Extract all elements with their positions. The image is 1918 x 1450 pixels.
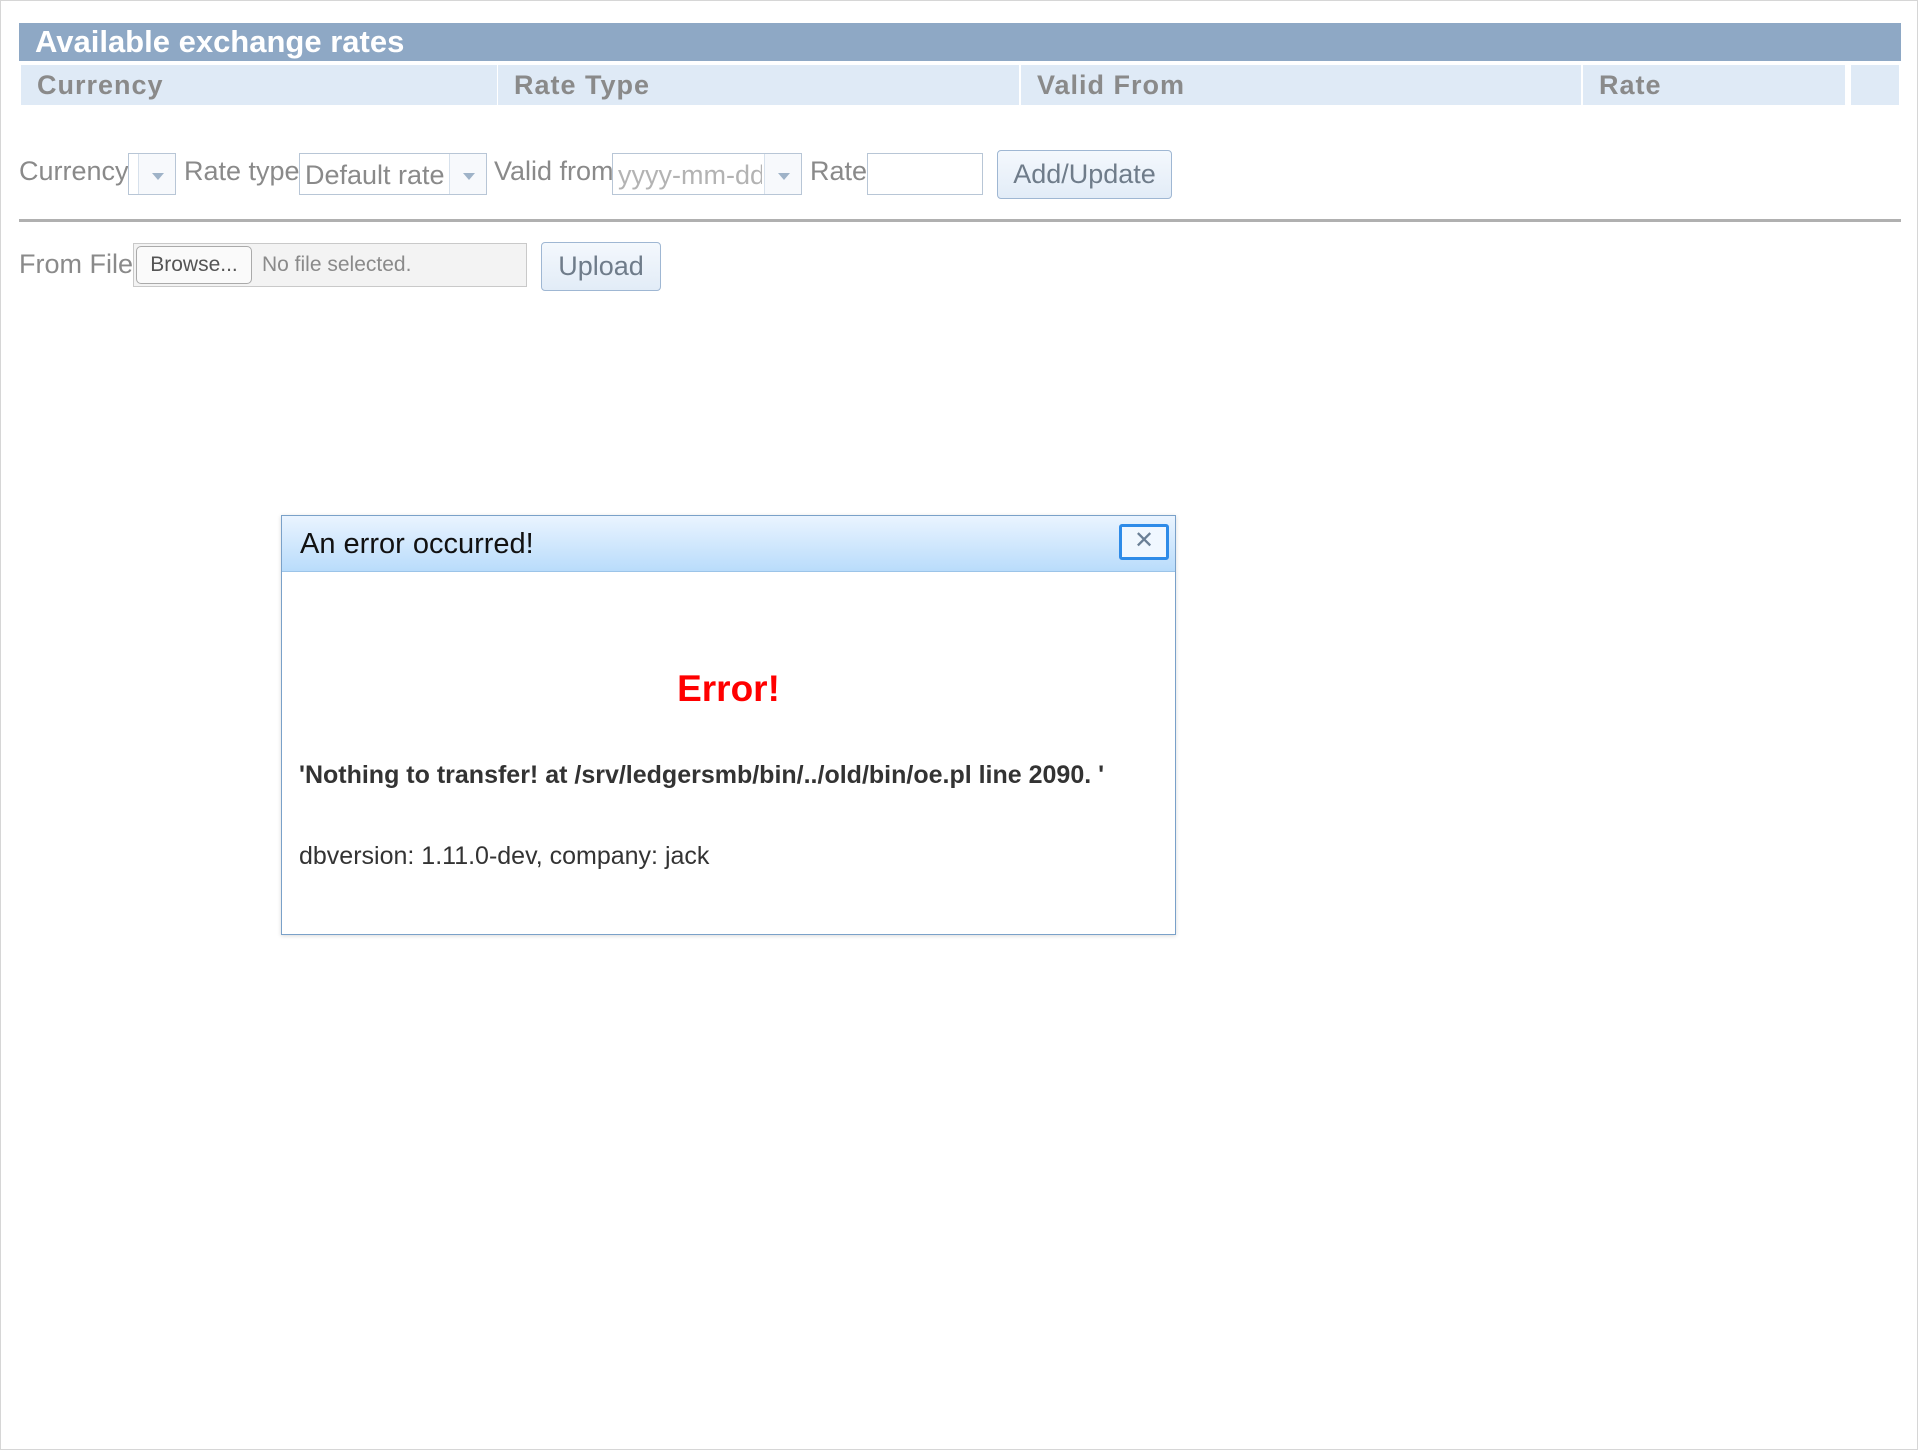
dialog-title: An error occurred! [300,528,534,560]
rate-type-select-value: Default rate [305,160,445,190]
rate-type-select[interactable]: Default rate [299,153,487,195]
chevron-down-icon[interactable] [764,154,801,194]
valid-from-placeholder: yyyy-mm-dd [618,160,762,190]
column-header-rate-type[interactable]: Rate Type [498,65,1019,105]
browse-button[interactable]: Browse... [136,246,252,284]
error-heading: Error! [677,668,780,709]
column-header-actions [1851,65,1899,105]
divider [19,219,1901,222]
upload-button[interactable]: Upload [541,242,661,291]
currency-label: Currency [19,156,129,186]
column-header-valid-from[interactable]: Valid From [1021,65,1581,105]
page-title: Available exchange rates [19,23,1901,61]
currency-select[interactable] [128,153,176,195]
file-status-text: No file selected. [262,253,412,276]
rate-label: Rate [810,156,868,186]
error-message: 'Nothing to transfer! at /srv/ledgersmb/… [299,761,1105,789]
rate-type-label: Rate type [184,156,300,186]
from-file-label: From File [19,249,133,279]
error-db-info: dbversion: 1.11.0-dev, company: jack [299,842,710,870]
dialog-title-bar[interactable]: An error occurred! [282,516,1175,572]
close-icon[interactable]: ✕ [1119,524,1169,560]
valid-from-date-field[interactable]: yyyy-mm-dd [612,153,802,195]
file-input[interactable]: Browse... No file selected. [133,243,527,287]
chevron-down-icon[interactable] [138,154,175,194]
column-header-currency[interactable]: Currency [21,65,497,105]
add-update-button[interactable]: Add/Update [997,150,1172,199]
rate-input[interactable] [867,153,983,195]
valid-from-label: Valid from [494,156,614,186]
chevron-down-icon[interactable] [449,154,486,194]
column-header-rate[interactable]: Rate [1583,65,1845,105]
page-frame: Available exchange rates Currency Rate T… [0,0,1918,1450]
error-dialog: An error occurred! ✕ Error! 'Nothing to … [281,515,1176,935]
